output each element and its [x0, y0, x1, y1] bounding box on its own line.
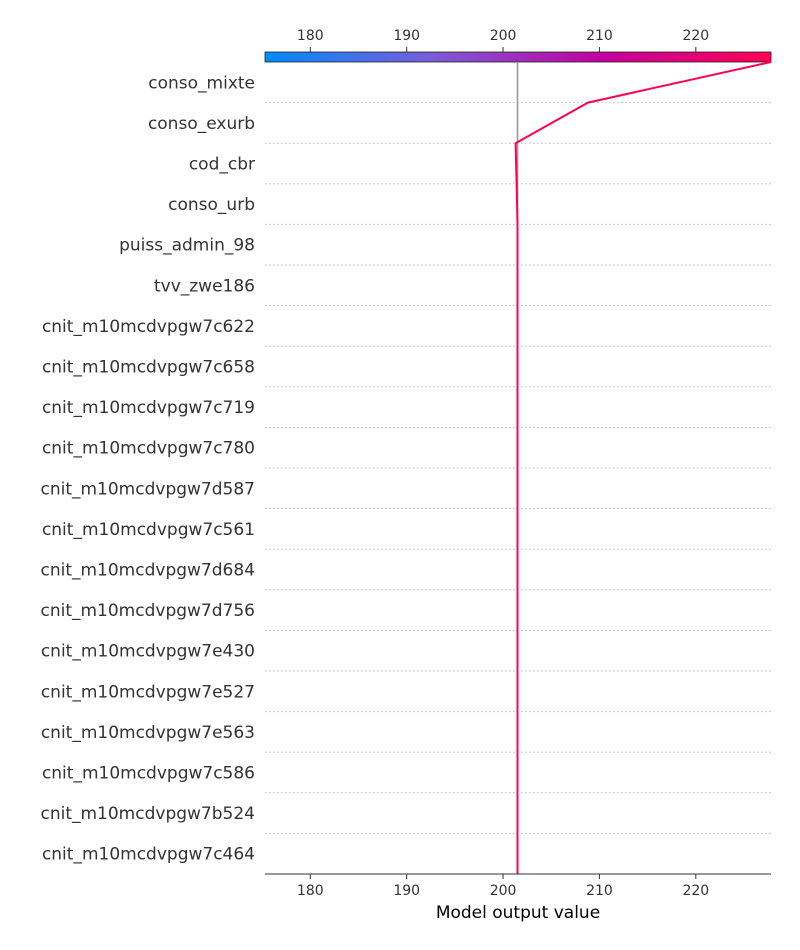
feature-label: puiss_admin_98	[119, 236, 255, 256]
decision-plot: 180 190 200 210 220 180 190 200 210 220 conso_mi…	[0, 0, 800, 950]
top-tick-label: 220	[682, 28, 709, 44]
feature-label: cnit_m10mcdvpgw7c464	[42, 845, 255, 865]
feature-label: cnit_m10mcdvpgw7d587	[40, 479, 255, 499]
feature-label: cnit_m10mcdvpgw7c586	[42, 764, 255, 784]
x-axis-title: Model output value	[436, 903, 600, 923]
top-tick-label: 180	[297, 28, 324, 44]
bottom-tick-label: 190	[393, 883, 420, 899]
top-tick-label: 210	[586, 28, 613, 44]
bottom-tick-label: 210	[586, 883, 613, 899]
feature-label: cod_cbr	[189, 155, 255, 175]
feature-label: conso_urb	[168, 195, 255, 215]
feature-label: cnit_m10mcdvpgw7e527	[41, 682, 255, 702]
bottom-axis-ticks: 180 190 200 210 220	[297, 874, 709, 899]
colorbar	[264, 51, 772, 63]
feature-label: cnit_m10mcdvpgw7c658	[42, 358, 255, 378]
feature-label: cnit_m10mcdvpgw7c780	[42, 439, 255, 459]
feature-label: cnit_m10mcdvpgw7e430	[41, 642, 255, 662]
feature-label: conso_mixte	[148, 73, 255, 93]
bottom-tick-label: 180	[297, 883, 324, 899]
feature-label: conso_exurb	[148, 114, 255, 134]
feature-label: cnit_m10mcdvpgw7c622	[42, 317, 255, 337]
feature-label: cnit_m10mcdvpgw7c561	[42, 520, 255, 540]
top-tick-label: 190	[393, 28, 420, 44]
top-tick-label: 200	[490, 28, 517, 44]
bottom-tick-label: 200	[490, 883, 517, 899]
feature-label: cnit_m10mcdvpgw7c719	[42, 398, 255, 418]
feature-label: cnit_m10mcdvpgw7e563	[41, 723, 255, 743]
chart-canvas: 180 190 200 210 220 180 190 200 210 220 conso_mi…	[40, 28, 772, 923]
feature-label: cnit_m10mcdvpgw7d756	[40, 601, 255, 621]
feature-label: cnit_m10mcdvpgw7b524	[40, 804, 255, 824]
feature-labels: conso_mixte conso_exurb cod_cbr conso_urbpu…	[40, 73, 255, 864]
feature-label: cnit_m10mcdvpgw7d684	[40, 561, 255, 581]
bottom-tick-label: 220	[682, 883, 709, 899]
colorbar-bar	[264, 51, 772, 63]
top-axis-ticks: 180 190 200 210 220	[297, 28, 709, 52]
feature-label: tvv_zwe186	[154, 276, 255, 296]
